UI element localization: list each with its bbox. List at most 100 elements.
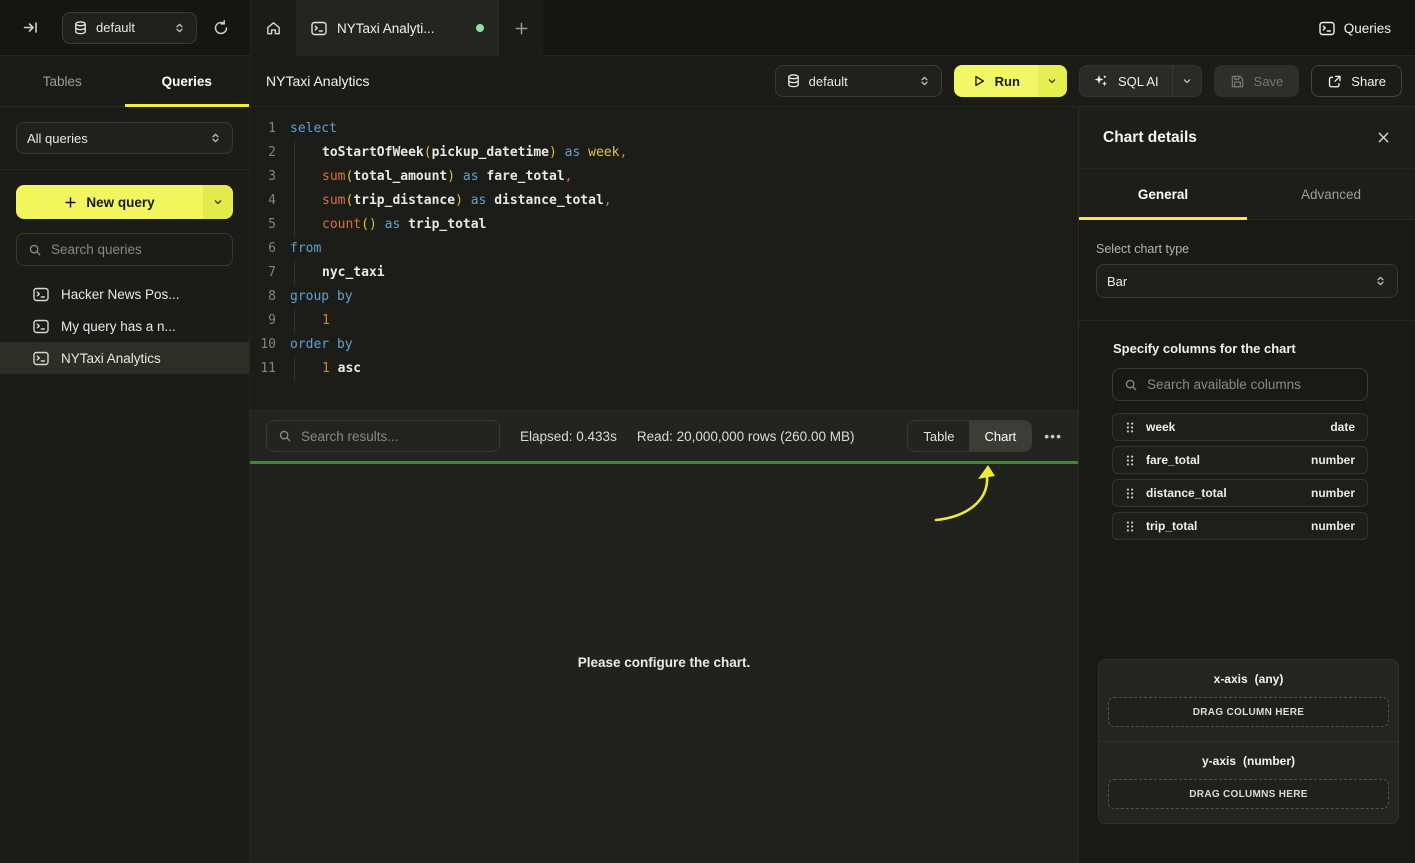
close-icon[interactable] xyxy=(1376,130,1391,145)
column-chip-trip_total[interactable]: trip_totalnumber xyxy=(1112,512,1368,540)
query-item-label: NYTaxi Analytics xyxy=(61,351,161,366)
new-tab-plus-icon[interactable] xyxy=(499,0,543,56)
header-database-select[interactable]: default xyxy=(775,65,942,97)
tab-advanced[interactable]: Advanced xyxy=(1247,169,1415,219)
sidebar-query-item[interactable]: My query has a n... xyxy=(0,310,249,342)
sql-ai-label: SQL AI xyxy=(1118,74,1159,89)
search-columns-input[interactable]: Search available columns xyxy=(1112,368,1368,401)
search-columns-placeholder: Search available columns xyxy=(1147,377,1301,392)
code-lines: 1select2toStartOfWeek(pickup_datetime) a… xyxy=(250,117,1078,381)
line-number: 5 xyxy=(250,213,276,237)
view-chart[interactable]: Chart xyxy=(969,421,1031,451)
indent-guide xyxy=(294,189,322,213)
code-line[interactable]: 8group by xyxy=(250,285,1078,309)
chart-type-select[interactable]: Bar xyxy=(1096,264,1398,298)
column-chip-distance_total[interactable]: distance_totalnumber xyxy=(1112,479,1368,507)
tab-strip: NYTaxi Analyti... xyxy=(250,0,543,56)
drag-handle-icon[interactable] xyxy=(1125,421,1135,434)
sql-ai-main[interactable]: SQL AI xyxy=(1080,66,1172,96)
tab-nytaxi-analytics[interactable]: NYTaxi Analyti... xyxy=(297,0,499,56)
save-label: Save xyxy=(1254,74,1284,89)
top-bar: default NYTaxi Analyti... xyxy=(0,0,1415,56)
sql-editor[interactable]: 1select2toStartOfWeek(pickup_datetime) a… xyxy=(250,107,1078,410)
drag-handle-icon[interactable] xyxy=(1125,454,1135,467)
code-line[interactable]: 7nyc_taxi xyxy=(250,261,1078,285)
search-results-input[interactable]: Search results... xyxy=(266,420,500,452)
query-item-label: My query has a n... xyxy=(61,319,176,334)
code-line[interactable]: 3sum(total_amount) as fare_total, xyxy=(250,165,1078,189)
sql-ai-button[interactable]: SQL AI xyxy=(1079,65,1202,97)
code-text: select xyxy=(290,117,337,141)
view-table[interactable]: Table xyxy=(908,421,969,451)
run-button[interactable]: Run xyxy=(954,65,1067,97)
topbar-database-select[interactable]: default xyxy=(62,12,197,44)
sql-ai-dropdown[interactable] xyxy=(1172,66,1201,96)
axis-config-panel: x-axis(any) DRAG COLUMN HERE y-axis(numb… xyxy=(1098,659,1399,824)
query-item-label: Hacker News Pos... xyxy=(61,287,180,302)
collapse-sidebar-icon[interactable] xyxy=(14,12,46,44)
refresh-icon[interactable] xyxy=(205,12,237,44)
column-chip-week[interactable]: weekdate xyxy=(1112,413,1368,441)
column-name: week xyxy=(1146,420,1175,434)
share-button[interactable]: Share xyxy=(1311,65,1402,97)
header-controls: default Run xyxy=(775,65,1402,97)
play-icon xyxy=(972,74,986,88)
query-filter-value: All queries xyxy=(27,131,201,146)
code-line[interactable]: 10order by xyxy=(250,333,1078,357)
chart-details-panel: Chart details General Advanced Select ch… xyxy=(1078,107,1415,863)
new-query-button[interactable]: New query xyxy=(16,185,233,219)
tab-tables[interactable]: Tables xyxy=(0,56,125,106)
more-options-icon[interactable]: ••• xyxy=(1044,428,1062,444)
code-line[interactable]: 4sum(trip_distance) as distance_total, xyxy=(250,189,1078,213)
chart-empty-message: Please configure the chart. xyxy=(250,655,1078,670)
y-axis-dropzone[interactable]: DRAG COLUMNS HERE xyxy=(1108,779,1389,809)
line-number: 6 xyxy=(250,237,276,261)
code-line[interactable]: 2toStartOfWeek(pickup_datetime) as week, xyxy=(250,141,1078,165)
drag-handle-icon[interactable] xyxy=(1125,520,1135,533)
tab-label: NYTaxi Analyti... xyxy=(337,21,435,36)
column-chip-fare_total[interactable]: fare_totalnumber xyxy=(1112,446,1368,474)
chart-type-value: Bar xyxy=(1107,274,1366,289)
x-axis-section: x-axis(any) DRAG COLUMN HERE xyxy=(1099,660,1398,741)
home-icon[interactable] xyxy=(251,0,297,56)
x-axis-name: x-axis xyxy=(1214,672,1248,686)
queries-nav-button[interactable]: Queries xyxy=(1319,0,1391,56)
drag-handle-icon[interactable] xyxy=(1125,487,1135,500)
code-text: nyc_taxi xyxy=(290,261,385,285)
indent-guide xyxy=(294,357,322,381)
x-axis-label: x-axis(any) xyxy=(1108,672,1389,686)
query-icon xyxy=(311,21,327,36)
elapsed-time: Elapsed: 0.433s xyxy=(520,429,617,444)
indent-guide xyxy=(294,213,322,237)
tab-queries[interactable]: Queries xyxy=(125,56,250,106)
run-dropdown[interactable] xyxy=(1038,65,1067,97)
line-number: 11 xyxy=(250,357,276,381)
code-line[interactable]: 111 asc xyxy=(250,357,1078,381)
search-queries-input[interactable]: Search queries xyxy=(16,233,233,266)
sidebar-query-item[interactable]: NYTaxi Analytics xyxy=(0,342,249,374)
line-number: 8 xyxy=(250,285,276,309)
new-query-dropdown[interactable] xyxy=(203,185,233,219)
chart-area: Please configure the chart. xyxy=(250,464,1078,863)
topbar-database-value: default xyxy=(96,20,165,35)
code-text: count() as trip_total xyxy=(290,213,486,237)
code-line[interactable]: 1select xyxy=(250,117,1078,141)
code-line[interactable]: 6from xyxy=(250,237,1078,261)
column-name: distance_total xyxy=(1146,486,1227,500)
sidebar-query-item[interactable]: Hacker News Pos... xyxy=(0,278,249,310)
query-filter-select[interactable]: All queries xyxy=(16,122,233,154)
code-text: sum(total_amount) as fare_total, xyxy=(290,165,572,189)
run-button-main[interactable]: Run xyxy=(954,65,1038,97)
code-line[interactable]: 5 count() as trip_total xyxy=(250,213,1078,237)
x-axis-dropzone[interactable]: DRAG COLUMN HERE xyxy=(1108,697,1389,727)
tab-general[interactable]: General xyxy=(1079,169,1247,219)
indent-guide xyxy=(294,261,322,285)
column-type: number xyxy=(1311,453,1355,467)
column-type: number xyxy=(1311,519,1355,533)
database-icon xyxy=(786,73,801,89)
new-query-main[interactable]: New query xyxy=(16,185,203,219)
save-button[interactable]: Save xyxy=(1214,65,1300,97)
query-icon xyxy=(1319,21,1335,36)
code-line[interactable]: 91 xyxy=(250,309,1078,333)
chevron-updown-icon xyxy=(918,74,931,88)
